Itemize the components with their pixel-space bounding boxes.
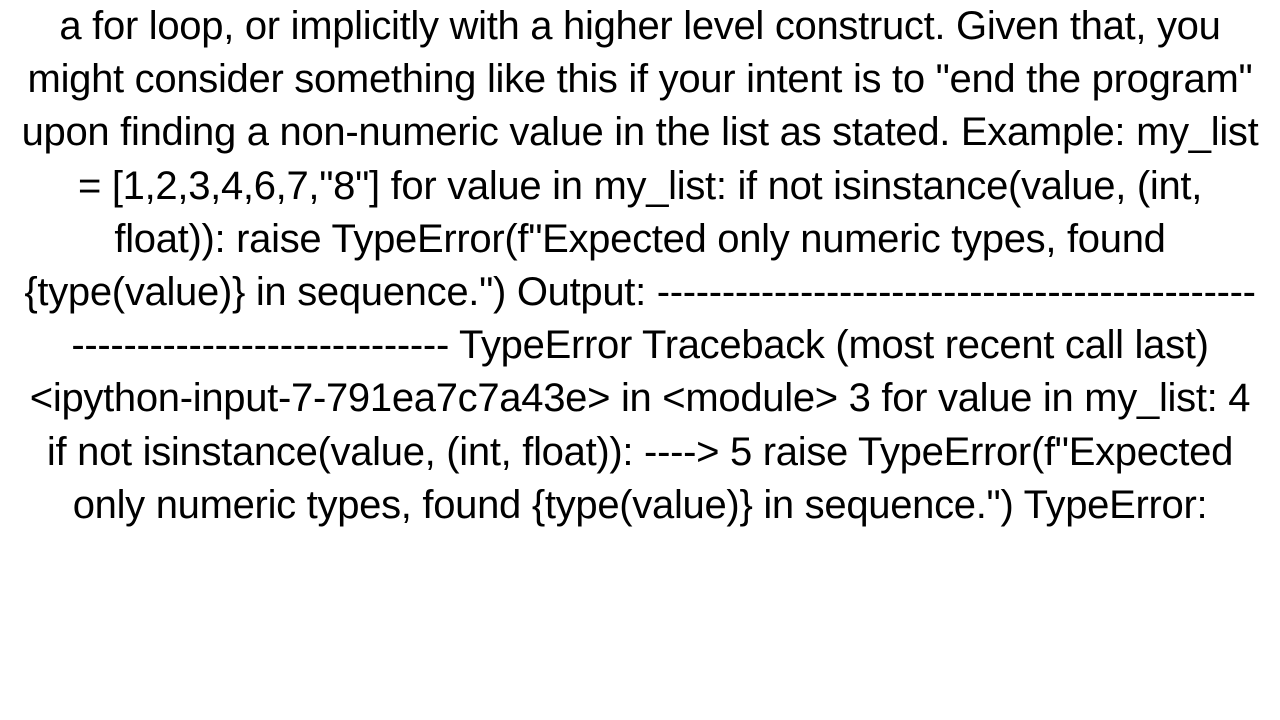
document-body: a for loop, or implicitly with a higher …	[0, 0, 1280, 532]
body-text: a for loop, or implicitly with a higher …	[22, 4, 1259, 527]
